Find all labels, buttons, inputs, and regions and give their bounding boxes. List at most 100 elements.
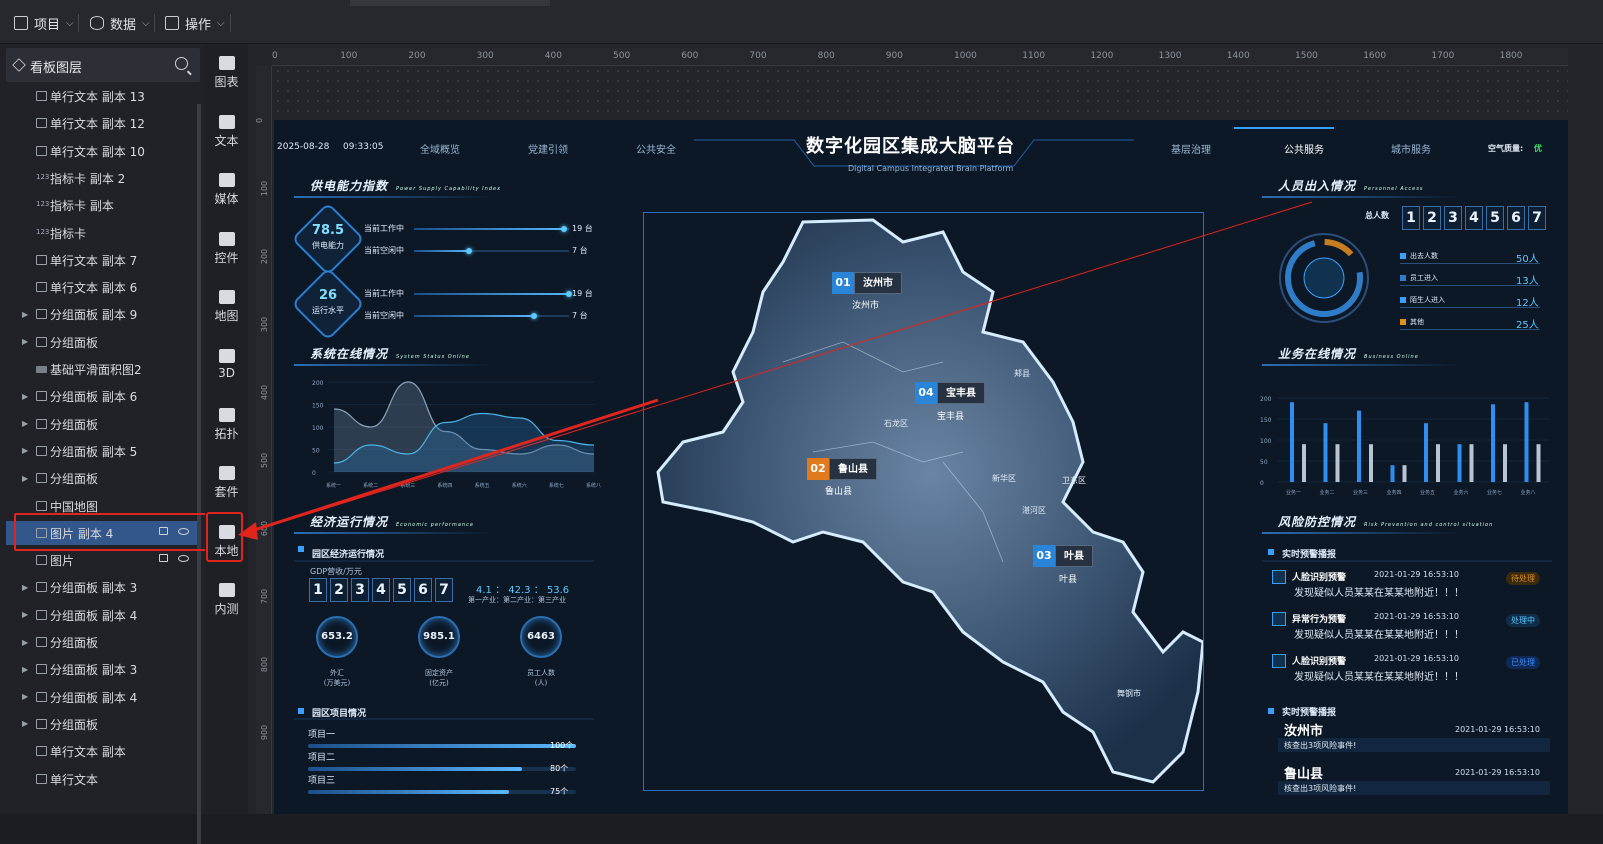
layer-item[interactable]: 单行文本 副本 [6,739,200,763]
layer-item[interactable]: 基础平滑面积图2 [6,357,200,381]
layer-item[interactable]: ▶ 分组面板 副本 3 [6,575,200,599]
ruler-left: 0 100 200 300 400 500 600 700 800 900 [255,66,272,814]
people-title-en: Personnel Access [1364,186,1424,192]
x-tick-label: 系统五 [475,482,490,489]
map-marker[interactable]: 03 叶县 [1033,545,1093,567]
lock-icon[interactable] [159,554,168,563]
component-7[interactable]: 套件 [205,466,248,500]
expand-arrow-icon[interactable]: ▶ [22,392,28,401]
component-4[interactable]: 地图 [205,290,248,324]
expand-arrow-icon[interactable]: ▶ [22,419,28,428]
layer-item[interactable]: 单行文本 副本 12 [6,111,200,135]
layer-item[interactable]: ▶ 分组面板 [6,712,200,736]
expand-arrow-icon[interactable]: ▶ [22,638,28,647]
expand-arrow-icon[interactable]: ▶ [22,583,28,592]
dash-title: 数字化园区集成大脑平台 [806,136,1015,157]
layer-item[interactable]: ▶ 分组面板 副本 4 [6,603,200,627]
layer-item-label: 分组面板 [50,472,99,487]
component-1[interactable]: 文本 [205,114,248,149]
component-0[interactable]: 图表 [205,56,248,90]
status-badge[interactable]: 已处理 [1506,656,1540,669]
layer-item[interactable]: ▶ 分组面板 副本 3 [6,657,200,681]
component-6[interactable]: 拓扑 [205,407,248,442]
grid-icon [165,16,179,30]
component-2[interactable]: 媒体 [205,173,248,207]
layer-item[interactable]: 图片 [6,548,200,572]
expand-arrow-icon[interactable]: ▶ [22,610,28,619]
menu-project[interactable]: 项目 ⌵ [14,12,74,34]
y-tick-label: 50 [312,448,320,455]
layer-item[interactable]: 单行文本 副本 10 [6,139,200,163]
map-place-label: 舞钢市 [1117,689,1141,698]
component-9[interactable]: 内测 [205,583,248,617]
econ-title-en: Economic performance [396,522,474,528]
map-place-label: 湛河区 [1022,506,1046,515]
ruler-tick: 200 [408,51,426,61]
component-3[interactable]: 控件 [205,231,248,266]
x-tick-label: 系统一 [326,482,341,489]
highlight-box [14,513,207,551]
people-digit: 7 [1528,206,1546,230]
layer-item[interactable]: ▶ 分组面板 副本 6 [6,384,200,408]
layer-item[interactable]: 123 指标卡 副本 2 [6,166,200,190]
status-badge[interactable]: 待处理 [1506,572,1540,585]
expand-arrow-icon[interactable]: ▶ [22,692,28,701]
menu-divider [78,14,79,32]
layer-item[interactable]: ▶ 分组面板 副本 5 [6,439,200,463]
search-icon[interactable] [175,57,188,70]
subtitle-bar [1262,560,1552,562]
project-value: 100个 [550,741,574,750]
group-icon [36,691,47,702]
bar [1402,465,1407,482]
dash-nav-item[interactable]: 城市服务 [1391,141,1431,156]
expand-arrow-icon[interactable]: ▶ [22,310,28,319]
map-selection-frame[interactable] [643,212,1204,791]
layer-item[interactable]: ▶ 分组面板 [6,330,200,354]
dash-nav-item[interactable]: 党建引领 [528,141,568,156]
expand-arrow-icon[interactable]: ▶ [22,719,28,728]
menu-ops[interactable]: 操作 ⌵ [165,12,225,34]
dash-nav-item[interactable]: 全域概览 [420,141,460,156]
layer-item[interactable]: 123 指标卡 副本 [6,193,200,217]
layer-item[interactable]: ▶ 分组面板 副本 9 [6,302,200,326]
layer-item[interactable]: 单行文本 副本 13 [6,84,200,108]
ruler-tick: 1400 [1226,51,1250,61]
layer-item[interactable]: ▶ 分组面板 [6,412,200,436]
expand-arrow-icon[interactable]: ▶ [22,665,28,674]
component-5[interactable]: 3D [205,349,248,380]
layer-item[interactable]: 123 指标卡 [6,221,200,245]
layer-item[interactable]: 单行文本 [6,767,200,791]
expand-arrow-icon[interactable]: ▶ [22,446,28,455]
layer-scrollbar[interactable] [197,104,201,844]
top-menubar: 项目 ⌵ 数据 ⌵ 操作 ⌵ [0,0,1603,44]
map-marker[interactable]: 01 汝州市 [832,272,902,294]
y-tick-label: 0 [312,470,316,477]
dash-nav-item[interactable]: 公共服务 [1284,141,1324,156]
dashboard-preview[interactable]: 2025-08-28 09:33:05 全域概览 党建引领 公共安全 数字化园区… [274,120,1568,814]
supply-row-knob [466,248,472,254]
status-badge[interactable]: 处理中 [1506,614,1540,627]
supply-row-value: 19 台 [572,224,593,233]
expand-arrow-icon[interactable]: ▶ [22,474,28,483]
dash-nav-item[interactable]: 基层治理 [1171,141,1211,156]
expand-arrow-icon[interactable]: ▶ [22,337,28,346]
group-icon [36,336,47,347]
air-quality-value: 优 [1534,144,1542,153]
menu-data[interactable]: 数据 ⌵ [90,12,150,34]
eye-icon[interactable] [178,555,189,563]
econ-circle: 985.1 [418,616,460,658]
layer-item-label: 分组面板 [50,636,99,650]
layer-item[interactable]: ▶ 分组面板 [6,466,200,490]
layer-item[interactable]: ▶ 分组面板 副本 4 [6,685,200,709]
map-marker[interactable]: 04 宝丰县 [915,382,985,404]
layer-item[interactable]: 单行文本 副本 7 [6,248,200,272]
user-icon [1272,654,1286,668]
ruler-tick: 500 [260,452,270,469]
layer-item[interactable]: 单行文本 副本 6 [6,275,200,299]
project-name: 项目一 [308,730,336,740]
people-row-line [1400,307,1540,308]
people-row-label: 员工进入 [1410,274,1438,282]
dash-nav-item[interactable]: 公共安全 [636,141,676,156]
layer-item[interactable]: ▶ 分组面板 [6,630,200,654]
map-marker[interactable]: 02 鲁山县 [807,458,877,480]
